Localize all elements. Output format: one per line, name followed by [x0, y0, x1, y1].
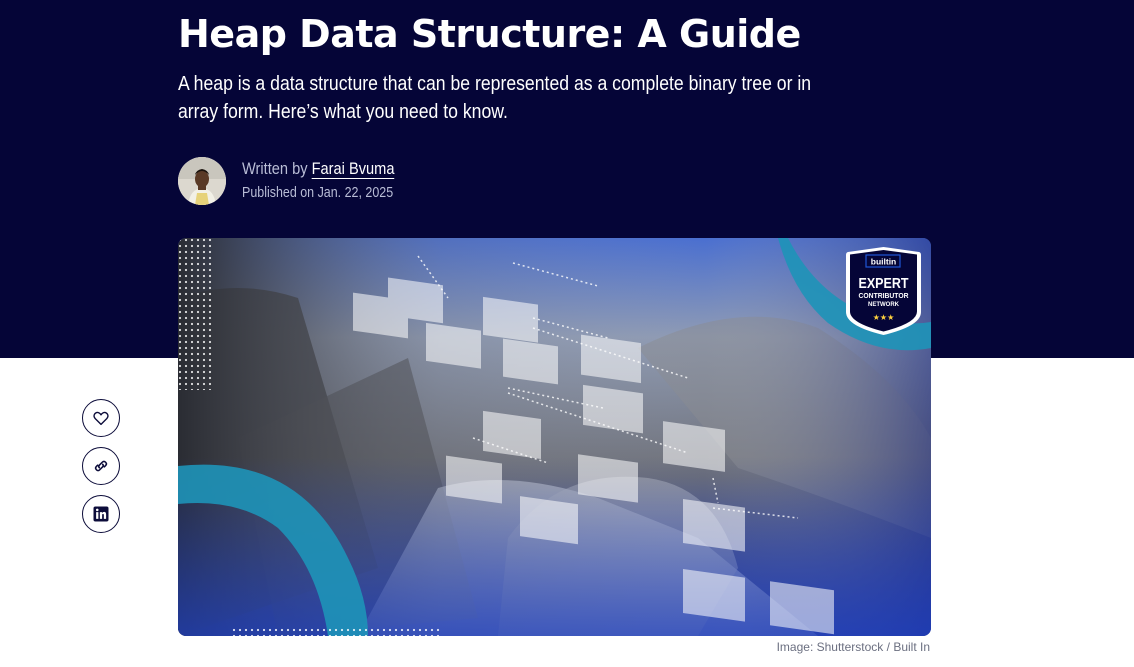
- badge-brand: builtin: [871, 257, 897, 267]
- like-button[interactable]: [82, 399, 120, 437]
- article-subtitle: A heap is a data structure that can be r…: [178, 72, 812, 123]
- expert-contributor-badge: builtin EXPERT CONTRIBUTOR NETWORK ★★★: [845, 246, 922, 336]
- publish-date: Published on Jan. 22, 2025: [242, 185, 394, 201]
- linkedin-share-button[interactable]: [82, 495, 120, 533]
- avatar[interactable]: [178, 157, 226, 205]
- byline-prefix: Written by: [242, 159, 308, 178]
- author-link[interactable]: Farai Bvuma: [311, 159, 395, 179]
- badge-stars: ★★★: [873, 313, 895, 322]
- heart-icon: [93, 411, 109, 426]
- linkedin-icon: [93, 506, 109, 522]
- badge-line1: EXPERT: [859, 275, 909, 292]
- image-caption: Image: Shutterstock / Built In: [776, 640, 930, 654]
- copy-link-button[interactable]: [82, 447, 120, 485]
- byline: Written by Farai Bvuma: [242, 159, 395, 179]
- hero-image: [178, 238, 931, 636]
- badge-line2: CONTRIBUTOR: [859, 293, 909, 300]
- badge-line3: NETWORK: [868, 302, 900, 308]
- link-icon: [94, 460, 108, 472]
- page-title: Heap Data Structure: A Guide: [178, 12, 801, 56]
